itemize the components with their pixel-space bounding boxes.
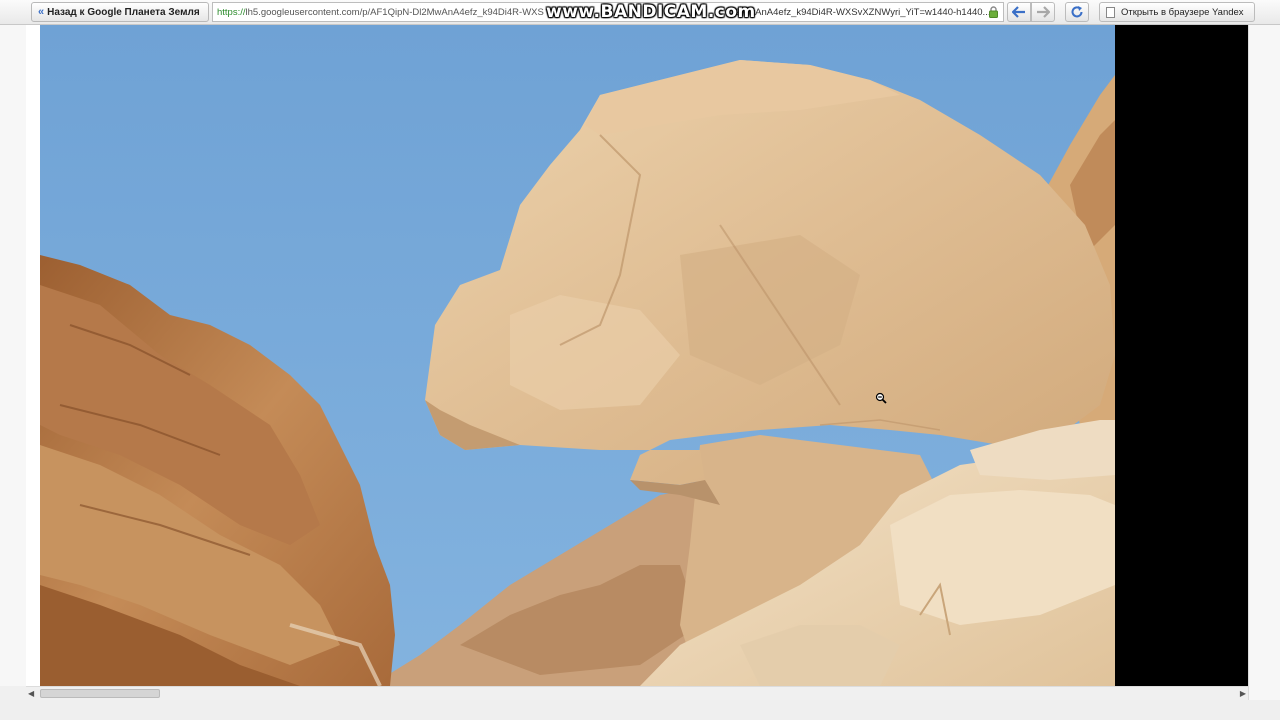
back-to-google-earth-label: Назад к Google Планета Земля	[47, 6, 200, 18]
url-scheme: https://	[217, 6, 246, 18]
reload-button[interactable]	[1065, 2, 1089, 22]
back-to-google-earth-button[interactable]: « Назад к Google Планета Земля	[31, 2, 209, 22]
page-icon	[1106, 6, 1115, 18]
horizontal-scrollbar[interactable]: ◀ ▶	[26, 686, 1248, 700]
forward-arrow-icon	[1037, 6, 1050, 18]
browser-toolbar: « Назад к Google Планета Земля https:// …	[0, 0, 1280, 25]
status-bar	[0, 700, 1280, 720]
zoom-out-cursor-icon	[875, 392, 887, 404]
open-in-yandex-label: Открыть в браузере Yandex	[1121, 6, 1244, 18]
right-frame	[1248, 25, 1280, 720]
photo-sandstone-rock-formation[interactable]	[40, 25, 1115, 686]
url-text-left: lh5.googleusercontent.com/p/AF1QipN-Dl2M…	[245, 6, 544, 18]
back-button[interactable]	[1007, 2, 1031, 22]
image-viewer	[26, 25, 1248, 686]
open-in-yandex-button[interactable]: Открыть в браузере Yandex	[1099, 2, 1255, 22]
lock-icon	[989, 6, 998, 18]
reload-icon	[1071, 6, 1083, 18]
scroll-right-arrow-icon[interactable]: ▶	[1240, 689, 1246, 698]
scrollbar-thumb[interactable]	[40, 689, 160, 698]
forward-button[interactable]	[1031, 2, 1055, 22]
bandicam-watermark: www.BANDICAM.com	[546, 2, 756, 22]
left-frame	[0, 25, 26, 686]
scroll-left-arrow-icon[interactable]: ◀	[28, 689, 34, 698]
back-arrow-icon	[1012, 6, 1025, 18]
viewer-left-border	[26, 25, 40, 686]
double-chevron-left-icon: «	[38, 6, 44, 18]
url-text-right: l2MwAnA4efz_k94Di4R-WXSvXZNWyri_YiT=w144…	[733, 6, 991, 18]
